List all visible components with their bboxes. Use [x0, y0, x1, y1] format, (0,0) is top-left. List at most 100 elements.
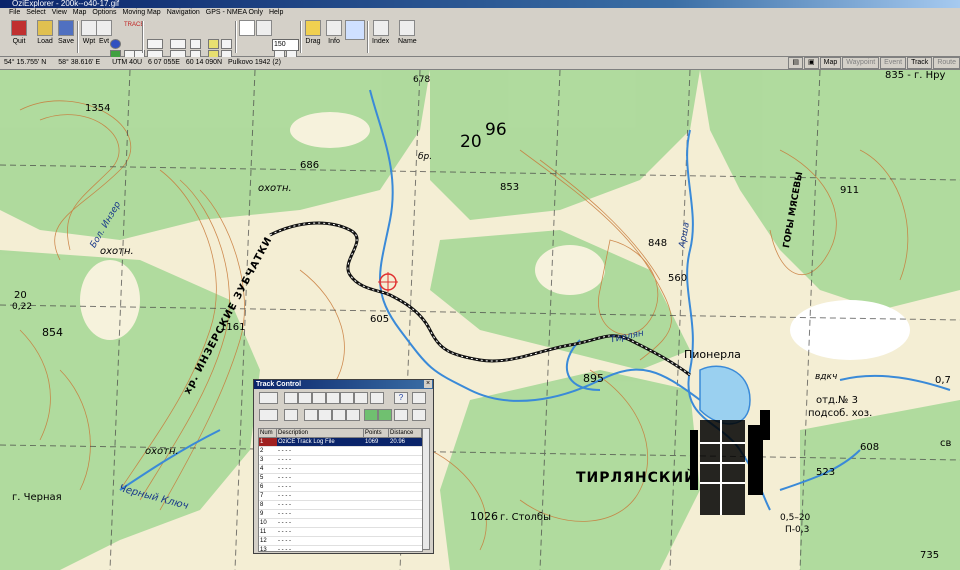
mode-event[interactable]: Event	[880, 57, 907, 69]
track-cell-dist	[389, 465, 422, 473]
track-cell-dist: 20.96	[390, 439, 406, 445]
help-icon[interactable]: ?	[394, 392, 408, 404]
track-row[interactable]: 3 - - - -	[259, 456, 422, 465]
map-view[interactable]: 1354 678 20 96 686 853 848 911 560 605 8…	[0, 70, 960, 570]
properties-icon[interactable]: ▤	[788, 57, 803, 69]
track-color-icon[interactable]	[354, 392, 368, 404]
track-row[interactable]: 10 - - - -	[259, 519, 422, 528]
track-cell-desc: - - - -	[278, 493, 291, 499]
track-cell-desc: - - - -	[278, 529, 291, 535]
elevation-label: 735	[920, 550, 940, 561]
track-row[interactable]: 7 - - - -	[259, 492, 422, 501]
track-cell-desc: - - - -	[278, 502, 291, 508]
route-tool-icon[interactable]	[170, 39, 186, 49]
name-search-button[interactable]: Name	[398, 20, 417, 45]
track-abc-icon[interactable]	[340, 392, 354, 404]
track-cell-dist	[389, 546, 422, 551]
track-cell-num: 1	[259, 438, 277, 446]
track-cell-num: 11	[260, 529, 267, 535]
track-table-header: Num Description Points Distance	[259, 429, 422, 438]
move-map-button[interactable]	[345, 20, 365, 42]
track-row[interactable]: 11 - - - -	[259, 528, 422, 537]
track-merge-icon[interactable]	[312, 392, 326, 404]
mode-track[interactable]: Track	[907, 57, 933, 69]
toolbar: Quit Load Save Wpt Evt TRACE 150 Drag In…	[0, 18, 960, 60]
menu-item[interactable]: Options	[92, 9, 116, 16]
peak-label: 608	[860, 442, 880, 453]
settlement-label: Пионерла	[684, 348, 741, 361]
trace-icon[interactable]	[259, 392, 278, 404]
track-cell-num: 5	[260, 475, 264, 481]
track-cell-points	[364, 456, 389, 464]
track-filter-icon[interactable]	[412, 392, 426, 404]
mode-waypoint[interactable]: Waypoint	[842, 57, 880, 69]
track-row[interactable]: 1 OziCE Track Log File 1069 20.96	[259, 438, 422, 447]
track-props-icon[interactable]	[370, 392, 384, 404]
open-folder-icon	[37, 20, 53, 36]
track-row[interactable]: 4 - - - -	[259, 465, 422, 474]
track-row[interactable]: 9 - - - -	[259, 510, 422, 519]
menu-item[interactable]: Moving Map	[123, 9, 161, 16]
move-up-icon[interactable]	[364, 409, 378, 421]
trace-record-icon[interactable]	[259, 409, 278, 421]
disk-icon	[58, 20, 74, 36]
longitude-readout: 58° 38.616' E	[58, 59, 101, 66]
track-cell-desc: - - - -	[278, 547, 291, 552]
track-row[interactable]: 8 - - - -	[259, 501, 422, 510]
zoom-tool-button[interactable]	[239, 20, 255, 38]
track-list-icon[interactable]	[284, 409, 298, 421]
blue-dot-icon[interactable]	[110, 39, 121, 49]
track-row[interactable]: 2 - - - -	[259, 447, 422, 456]
track-cell-points	[364, 501, 389, 509]
save-image-icon[interactable]: ▣	[803, 57, 819, 69]
track-cell-num: 7	[260, 493, 264, 499]
mode-route[interactable]: Route	[933, 57, 960, 69]
track-row[interactable]: 12 - - - -	[259, 537, 422, 546]
track-table-scrollbar[interactable]	[422, 428, 430, 550]
track-show-icon[interactable]	[284, 392, 298, 404]
farm-label: отд.№ 3	[816, 395, 858, 406]
index-button[interactable]: Index	[372, 20, 389, 45]
menu-item[interactable]: Map	[73, 9, 87, 16]
menu-item[interactable]: View	[52, 9, 67, 16]
move-down-icon[interactable]	[378, 409, 392, 421]
waypoint-button[interactable]: Wpt	[81, 20, 97, 45]
track-tool-icon[interactable]	[147, 39, 163, 49]
track-tool-icon[interactable]	[394, 409, 408, 421]
load-button[interactable]: Load	[37, 20, 53, 45]
depth-label: 0,22	[12, 302, 33, 312]
grid-icon[interactable]	[221, 39, 232, 49]
close-icon[interactable]: ×	[424, 380, 432, 388]
track-save-icon[interactable]	[304, 409, 318, 421]
track-edit-icon[interactable]	[298, 392, 312, 404]
track-cell-points	[364, 510, 389, 518]
info-icon	[326, 20, 342, 36]
menu-item[interactable]: Navigation	[167, 9, 200, 16]
track-split-icon[interactable]	[326, 392, 340, 404]
drag-button[interactable]: Drag	[305, 20, 321, 45]
save-button[interactable]: Save	[58, 20, 74, 45]
track-print-icon[interactable]	[346, 409, 360, 421]
map-note-icon[interactable]	[208, 39, 219, 49]
track-row[interactable]: 5 - - - -	[259, 474, 422, 483]
info-button[interactable]: Info	[326, 20, 342, 45]
menu-item[interactable]: Select	[26, 9, 45, 16]
waypoint-list-icon[interactable]	[190, 39, 201, 49]
track-delete-icon[interactable]	[412, 409, 426, 421]
elevation-label: 678	[413, 75, 431, 85]
track-cell-points	[364, 528, 389, 536]
zoom-window-button[interactable]	[256, 20, 272, 38]
menu-item[interactable]: Help	[269, 9, 283, 16]
mode-map[interactable]: Map	[819, 57, 842, 69]
track-open-icon[interactable]	[332, 409, 346, 421]
track-row[interactable]: 6 - - - -	[259, 483, 422, 492]
farm-label: св	[940, 438, 952, 449]
track-row[interactable]: 13 - - - -	[259, 546, 422, 552]
magnifier-icon	[239, 20, 255, 36]
menu-item[interactable]: File	[9, 9, 20, 16]
track-cell-points	[364, 519, 389, 527]
menu-item[interactable]: GPS - NMEA Only	[206, 9, 263, 16]
track-grid-icon[interactable]	[318, 409, 332, 421]
quit-button[interactable]: Quit	[11, 20, 27, 45]
track-cell-points	[364, 546, 389, 551]
